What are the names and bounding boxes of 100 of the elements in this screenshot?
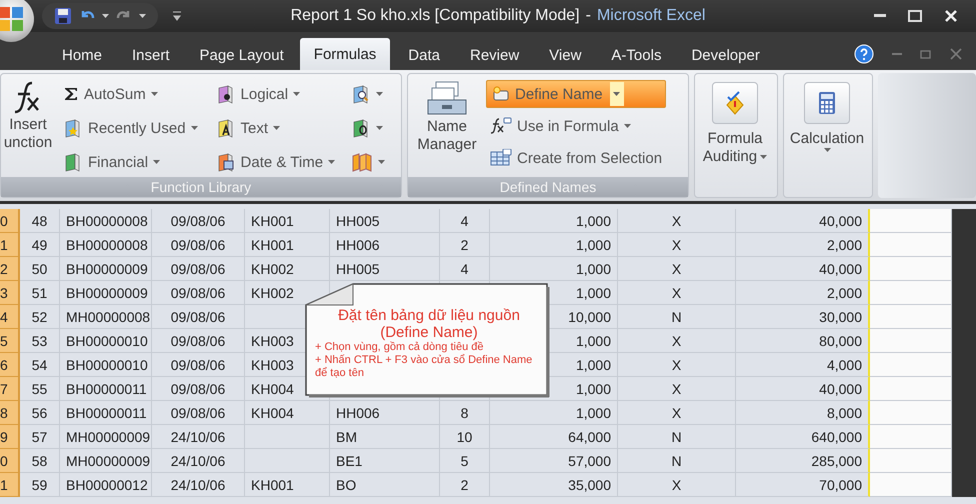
ribbon-tab[interactable]: A-Tools: [597, 40, 676, 70]
customer-code-cell: KH004: [245, 401, 330, 425]
row-header[interactable]: 0: [0, 449, 20, 473]
price-cell: 35,000: [490, 473, 618, 497]
price-cell: 1,000: [490, 233, 618, 257]
defined-name-command[interactable]: Create from Selection: [486, 144, 666, 172]
amount-cell: 2,000: [736, 281, 870, 305]
window-title: Report 1 So kho.xls [Compatibility Mode] - Microsoft Excel: [290, 7, 706, 25]
row-number-cell: 52: [20, 305, 60, 329]
row-number-cell: 49: [20, 233, 60, 257]
type-cell: N: [618, 449, 736, 473]
amount-cell: 40,000: [736, 209, 870, 233]
product-code-cell: BE1: [330, 449, 440, 473]
amount-cell: 2,000: [736, 233, 870, 257]
quantity-cell: 4: [440, 209, 490, 233]
product-code-cell: HH005: [330, 257, 440, 281]
amount-cell: 640,000: [736, 425, 870, 449]
function-category-button[interactable]: Date & Time: [212, 148, 340, 176]
row-number-cell: 50: [20, 257, 60, 281]
customer-code-cell: KH001: [245, 209, 330, 233]
type-cell: X: [618, 353, 736, 377]
quantity-cell: 5: [440, 449, 490, 473]
voucher-code-cell: BH00000011: [60, 377, 152, 401]
ribbon-tab[interactable]: View: [535, 40, 596, 70]
type-cell: X: [618, 473, 736, 497]
row-header[interactable]: 1: [0, 473, 20, 497]
voucher-code-cell: BH00000009: [60, 281, 152, 305]
row-header[interactable]: 4: [0, 305, 20, 329]
customer-code-cell: KH001: [245, 473, 330, 497]
row-header[interactable]: 5: [0, 329, 20, 353]
insert-function-button[interactable]: Insert unction: [1, 78, 55, 177]
voucher-code-cell: BH00000008: [60, 233, 152, 257]
type-cell: X: [618, 257, 736, 281]
date-cell: 09/08/06: [152, 209, 245, 233]
function-category-button[interactable]: Recently Used: [59, 114, 202, 142]
voucher-code-cell: BH00000011: [60, 401, 152, 425]
function-category-button[interactable]: Logical: [212, 80, 340, 108]
callout-subtitle: (Define Name): [380, 324, 478, 341]
row-number-cell: 55: [20, 377, 60, 401]
row-header[interactable]: 3: [0, 281, 20, 305]
amount-cell: 80,000: [736, 329, 870, 353]
function-category-button[interactable]: AutoSum: [59, 80, 202, 108]
quantity-cell: 4: [440, 257, 490, 281]
type-cell: X: [618, 209, 736, 233]
defined-name-command[interactable]: Use in Formula: [486, 112, 666, 140]
amount-cell: 40,000: [736, 257, 870, 281]
quantity-cell: 2: [440, 473, 490, 497]
row-number-cell: 54: [20, 353, 60, 377]
row-header[interactable]: 9: [0, 425, 20, 449]
date-cell: 09/08/06: [152, 305, 245, 329]
row-number-cell: 59: [20, 473, 60, 497]
quantity-cell: 8: [440, 401, 490, 425]
row-header[interactable]: 2: [0, 257, 20, 281]
voucher-code-cell: BH00000010: [60, 329, 152, 353]
row-header[interactable]: 0: [0, 209, 20, 233]
voucher-code-cell: MH00000008: [60, 305, 152, 329]
row-header[interactable]: 1: [0, 233, 20, 257]
function-category-button[interactable]: Financial: [59, 148, 202, 176]
function-category-button[interactable]: Text: [212, 114, 340, 142]
date-cell: 09/08/06: [152, 281, 245, 305]
row-header[interactable]: 7: [0, 377, 20, 401]
customer-code-cell: KH001: [245, 233, 330, 257]
amount-cell: 30,000: [736, 305, 870, 329]
product-code-cell: BM: [330, 425, 440, 449]
type-cell: N: [618, 305, 736, 329]
type-cell: X: [618, 401, 736, 425]
name-manager-button[interactable]: Name Manager: [412, 78, 482, 177]
type-cell: X: [618, 281, 736, 305]
product-code-cell: HH006: [330, 401, 440, 425]
row-number-cell: 53: [20, 329, 60, 353]
row-header[interactable]: 6: [0, 353, 20, 377]
voucher-code-cell: BH00000010: [60, 353, 152, 377]
price-cell: 1,000: [490, 257, 618, 281]
price-cell: 1,000: [490, 401, 618, 425]
quantity-cell: 2: [440, 233, 490, 257]
ribbon-tab[interactable]: Review: [456, 40, 534, 70]
type-cell: X: [618, 377, 736, 401]
ribbon-tab[interactable]: Insert: [118, 40, 184, 70]
date-cell: 09/08/06: [152, 401, 245, 425]
ribbon-tab[interactable]: Home: [48, 40, 116, 70]
ribbon-tab[interactable]: Data: [394, 40, 454, 70]
customer-code-cell: KH002: [245, 257, 330, 281]
row-number-cell: 58: [20, 449, 60, 473]
row-number-cell: 57: [20, 425, 60, 449]
price-cell: 64,000: [490, 425, 618, 449]
ribbon-tab[interactable]: Formulas: [300, 38, 390, 70]
ribbon-tab[interactable]: Developer: [677, 40, 774, 70]
date-cell: 09/08/06: [152, 233, 245, 257]
type-cell: X: [618, 233, 736, 257]
row-number-cell: 48: [20, 209, 60, 233]
row-header[interactable]: 8: [0, 401, 20, 425]
voucher-code-cell: BH00000008: [60, 209, 152, 233]
voucher-code-cell: MH00000009: [60, 425, 152, 449]
voucher-code-cell: BH00000009: [60, 257, 152, 281]
voucher-code-cell: BH00000012: [60, 473, 152, 497]
ribbon-tab[interactable]: Page Layout: [186, 40, 298, 70]
quantity-cell: 10: [440, 425, 490, 449]
date-cell: 09/08/06: [152, 257, 245, 281]
amount-cell: 40,000: [736, 377, 870, 401]
defined-name-command[interactable]: Define Name: [486, 80, 666, 108]
